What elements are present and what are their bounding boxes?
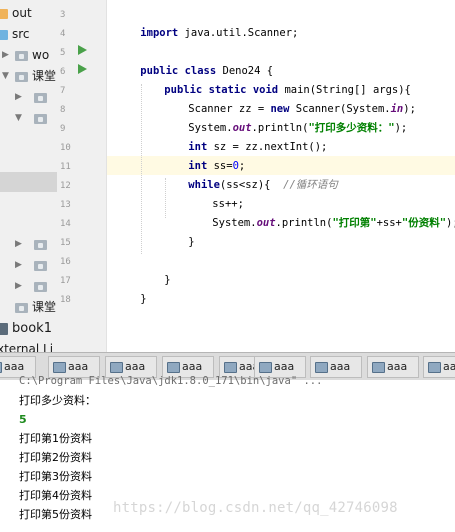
code-line-5: public class Deno24 { bbox=[140, 65, 274, 77]
chevron-right-icon[interactable]: ▶ bbox=[15, 261, 24, 270]
code-line-6: public static void main(String[] args){ bbox=[164, 84, 411, 96]
tree-item-label: xternal Li bbox=[0, 342, 54, 352]
code-line-8: System.out.println("打印多少资料："); bbox=[188, 122, 408, 134]
chevron-right-icon[interactable]: ▶ bbox=[15, 282, 24, 291]
tab-label: aaa bbox=[330, 360, 351, 373]
console-command-line: C:\Program Files\Java\jdk1.8.0_171\bin\j… bbox=[19, 375, 323, 387]
code-line-11: while(ss<sz){ //循环语句 bbox=[188, 179, 338, 191]
code-line-9: int sz = zz.nextInt(); bbox=[188, 141, 328, 153]
chevron-right-icon[interactable]: ▶ bbox=[15, 240, 24, 249]
tab-label: aaa bbox=[387, 360, 408, 373]
tree-item-label: 课堂 bbox=[32, 69, 57, 83]
console-output-line: 打印第4份资料 bbox=[19, 489, 92, 502]
tree-item-label: 课堂 bbox=[32, 300, 57, 314]
code-line-14: } bbox=[188, 236, 195, 248]
code-line-13: System.out.println("打印第"+ss+"份资料"); bbox=[212, 217, 455, 229]
tree-item-selected[interactable] bbox=[0, 172, 57, 192]
console-icon bbox=[372, 362, 385, 373]
project-tree-panel: out src ▶ wo ▼ 课堂 ▶ ▼ ▶ ▶ ▶ 课堂 book1 xte… bbox=[0, 0, 58, 352]
tree-item-label: wo bbox=[32, 48, 50, 62]
console-output-line: 打印第1份资料 bbox=[19, 432, 92, 445]
package-icon bbox=[34, 240, 47, 250]
tree-item-label: out bbox=[12, 6, 32, 20]
tab-label: aaa bbox=[443, 360, 455, 373]
console-icon bbox=[428, 362, 441, 373]
tree-item-label: book1 bbox=[12, 321, 52, 336]
run-tab-active[interactable]: aaa bbox=[423, 356, 455, 378]
package-icon bbox=[15, 303, 28, 313]
package-icon bbox=[34, 261, 47, 271]
watermark: https://blog.csdn.net/qq_42746098 bbox=[113, 500, 398, 516]
code-line-10: int ss=0; bbox=[188, 160, 246, 172]
chevron-down-icon[interactable]: ▼ bbox=[2, 72, 11, 81]
editor-gutter: 3 4 5 6 7 8 9 10 11 12 13 14 15 16 17 18 bbox=[57, 0, 107, 352]
tree-item-label: src bbox=[12, 27, 30, 41]
code-line-3: import java.util.Scanner; bbox=[140, 27, 299, 39]
chevron-down-icon[interactable]: ▼ bbox=[15, 114, 24, 123]
console-output-line: 打印第5份资料 bbox=[19, 508, 92, 521]
console-output-line: 打印第2份资料 bbox=[19, 451, 92, 464]
console-icon bbox=[0, 362, 2, 373]
code-line-7: Scanner zz = new Scanner(System.in); bbox=[188, 103, 416, 115]
console-prompt: 打印多少资料： bbox=[19, 394, 96, 407]
package-icon bbox=[15, 51, 28, 61]
chevron-right-icon[interactable]: ▶ bbox=[2, 51, 11, 60]
code-line-16: } bbox=[164, 274, 171, 286]
code-editor[interactable]: import java.util.Scanner; public class D… bbox=[107, 0, 455, 352]
package-icon bbox=[34, 93, 47, 103]
package-icon bbox=[15, 72, 28, 82]
module-icon bbox=[0, 323, 8, 335]
chevron-right-icon[interactable]: ▶ bbox=[15, 93, 24, 102]
console-user-input: 5 bbox=[19, 413, 27, 426]
run-main-icon[interactable] bbox=[78, 64, 87, 74]
code-line-12: ss++; bbox=[212, 198, 244, 210]
run-class-icon[interactable] bbox=[78, 45, 87, 55]
package-icon bbox=[34, 114, 47, 124]
code-line-17: } bbox=[140, 293, 147, 305]
console-output-line: 打印第3份资料 bbox=[19, 470, 92, 483]
run-tab[interactable]: aaa bbox=[367, 356, 419, 378]
folder-icon bbox=[0, 9, 8, 19]
source-folder-icon bbox=[0, 30, 8, 40]
package-icon bbox=[34, 282, 47, 292]
